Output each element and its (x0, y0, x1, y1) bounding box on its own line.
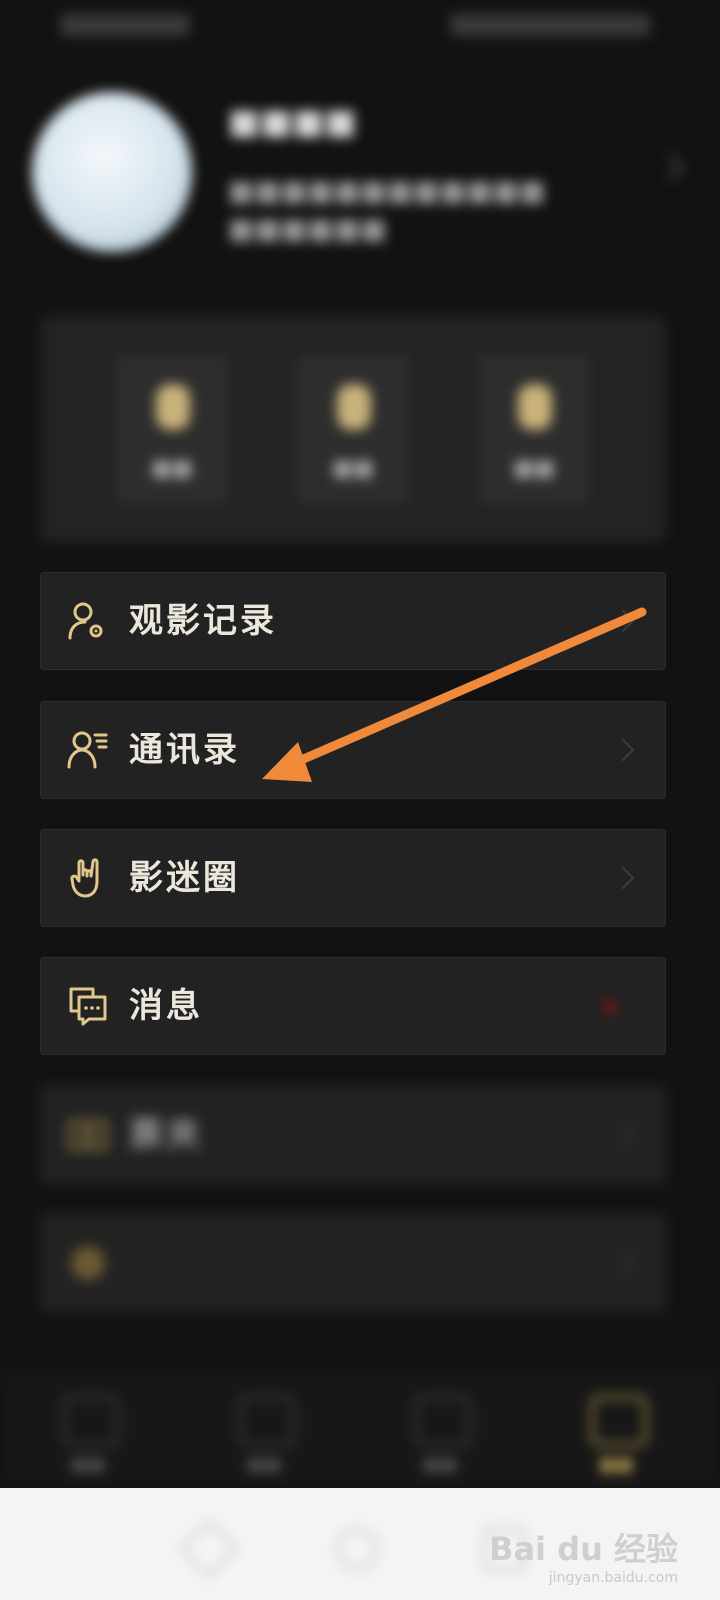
shortcut-label: ■■ (513, 456, 555, 481)
nav-tab-me[interactable]: ■■ (556, 1388, 676, 1478)
contacts-icon (67, 731, 108, 769)
chevron-right-icon (611, 866, 635, 890)
menu-item-label: 消息 (129, 986, 203, 1026)
nav-tab-icon (415, 1396, 471, 1446)
message-icon (69, 987, 107, 1026)
profile-bio: ■■■■■■■■■■■■ ■■■■■■ (228, 174, 546, 245)
bottom-nav: ■■ ■■ ■■ ■■ (0, 1372, 720, 1488)
watermark-brand: Bai du 经验 (489, 1530, 678, 1568)
nav-tab[interactable]: ■■ (204, 1388, 324, 1478)
shortcut-icon (518, 384, 552, 430)
menu-item-label: 影迷圈 (129, 858, 240, 898)
user-gear-icon (68, 602, 103, 640)
username: ■■■■ (228, 102, 357, 142)
menu-item-label: 通讯录 (129, 730, 240, 770)
nav-tab-icon (239, 1396, 295, 1446)
shortcut-item[interactable]: ■■ (116, 354, 228, 504)
shortcuts-panel: ■■ ■■ ■■ (40, 316, 666, 542)
home-icon[interactable] (336, 1528, 378, 1570)
menu-item-ticket-folder[interactable]: 票夹 (40, 1086, 666, 1184)
nav-tab-label: ■■ (422, 1454, 457, 1475)
chevron-right-icon (657, 154, 684, 181)
menu-item-blurred[interactable] (40, 1214, 666, 1312)
menu-item-label: 票夹 (129, 1115, 203, 1155)
chevron-right-icon (611, 1251, 635, 1275)
watermark-url: jingyan.baidu.com (548, 1570, 678, 1586)
unread-badge (603, 1000, 617, 1014)
coin-icon (71, 1246, 105, 1280)
menu-item-fan-circle[interactable]: 影迷圈 (40, 829, 666, 927)
shortcut-icon (337, 384, 371, 430)
back-icon[interactable] (179, 1519, 239, 1579)
nav-tab-label: ■■ (598, 1454, 633, 1475)
ticket-icon (68, 1120, 108, 1150)
shortcut-item[interactable]: ■■ (297, 354, 409, 504)
nav-tab-icon (591, 1396, 647, 1446)
nav-tab[interactable]: ■■ (380, 1388, 500, 1478)
shortcut-item[interactable]: ■■ (478, 354, 590, 504)
menu-item-label: 观影记录 (129, 601, 277, 641)
nav-tab-label: ■■ (246, 1454, 281, 1475)
menu-item-contacts[interactable]: 通讯录 (40, 701, 666, 799)
chevron-right-icon (611, 609, 635, 633)
rock-hand-icon (70, 858, 99, 898)
status-left-indicators (60, 14, 190, 36)
menu-item-watch-history[interactable]: 观影记录 (40, 572, 666, 670)
shortcut-icon (156, 384, 190, 430)
nav-tab[interactable]: ■■ (28, 1388, 148, 1478)
status-bar (0, 0, 720, 52)
watermark-logo: Bai du 经验 jingyan.baidu.com (489, 1524, 678, 1586)
profile-header[interactable]: ■■■■ ■■■■■■■■■■■■ ■■■■■■ (0, 80, 720, 270)
status-right-indicators (450, 14, 650, 36)
shortcut-label: ■■ (332, 456, 374, 481)
chevron-right-icon (611, 738, 635, 762)
avatar[interactable] (32, 92, 192, 252)
nav-tab-label: ■■ (70, 1454, 105, 1475)
menu-item-messages[interactable]: 消息 (40, 957, 666, 1055)
nav-tab-icon (63, 1396, 119, 1446)
shortcut-label: ■■ (151, 456, 193, 481)
chevron-right-icon (611, 1123, 635, 1147)
